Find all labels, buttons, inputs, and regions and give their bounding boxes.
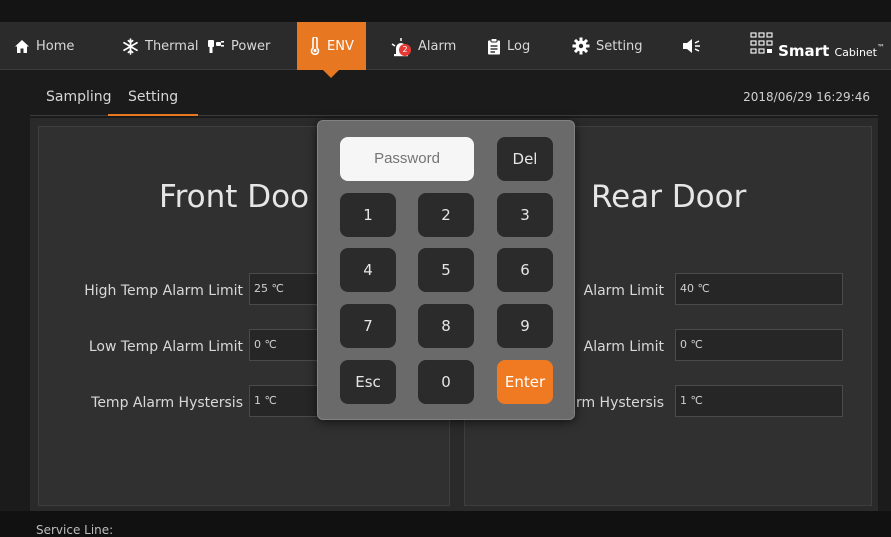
footer-bar: Service Line: — [0, 511, 891, 537]
sub-tab-bar: Sampling Setting 2018/06/29 16:29:46 — [30, 78, 878, 116]
low-temp-alarm-limit-label: Low Temp Alarm Limit — [88, 339, 243, 355]
rear-temp-alarm-hysteresis-label: rm Hystersis — [575, 395, 664, 411]
nav-home-label: Home — [36, 38, 75, 54]
key-5[interactable]: 5 — [418, 248, 474, 292]
gear-icon — [572, 37, 590, 55]
rear-low-temp-alarm-limit-label: Alarm Limit — [583, 339, 664, 355]
key-2[interactable]: 2 — [418, 193, 474, 237]
sound-toggle-button[interactable] — [682, 22, 702, 70]
key-9[interactable]: 9 — [497, 304, 553, 348]
key-3[interactable]: 3 — [497, 193, 553, 237]
nav-setting[interactable]: Setting — [572, 22, 643, 70]
nav-alarm[interactable]: 2 Alarm — [390, 22, 456, 70]
nav-log-label: Log — [507, 38, 531, 54]
nav-home[interactable]: Home — [14, 22, 74, 70]
tab-sampling[interactable]: Sampling — [46, 78, 112, 116]
brand-logo: Smart Cabinet™ — [750, 30, 885, 60]
password-input[interactable] — [340, 137, 474, 181]
home-icon — [14, 39, 30, 54]
key-6[interactable]: 6 — [497, 248, 553, 292]
front-door-title: Front Doo — [159, 179, 310, 215]
key-esc[interactable]: Esc — [340, 360, 396, 404]
brand-name: Smart Cabinet™ — [778, 42, 885, 60]
brand-grid-icon — [750, 32, 774, 58]
key-4[interactable]: 4 — [340, 248, 396, 292]
nav-env[interactable]: ENV — [297, 22, 366, 78]
key-7[interactable]: 7 — [340, 304, 396, 348]
key-0[interactable]: 0 — [418, 360, 474, 404]
top-nav: Home Thermal Power ENV 2 Alarm Log Setti… — [0, 22, 891, 78]
nav-log[interactable]: Log — [487, 22, 530, 70]
key-enter[interactable]: Enter — [497, 360, 553, 404]
nav-thermal-label: Thermal — [145, 38, 199, 54]
rear-temp-alarm-hysteresis-input[interactable]: 1 ℃ — [675, 385, 843, 417]
current-datetime: 2018/06/29 16:29:46 — [743, 90, 870, 104]
temp-alarm-hysteresis-label: Temp Alarm Hystersis — [91, 395, 243, 411]
nav-setting-label: Setting — [596, 38, 643, 54]
tab-setting[interactable]: Setting — [108, 78, 198, 116]
thermometer-icon — [309, 37, 321, 55]
rear-high-temp-alarm-limit-label: Alarm Limit — [583, 283, 664, 299]
clipboard-icon — [487, 37, 501, 55]
nav-power-label: Power — [231, 38, 271, 54]
service-line-label: Service Line: — [36, 523, 114, 537]
window-top-strip — [0, 0, 891, 22]
power-plug-icon — [207, 38, 225, 55]
nav-thermal[interactable]: Thermal — [122, 22, 199, 70]
key-1[interactable]: 1 — [340, 193, 396, 237]
nav-power[interactable]: Power — [207, 22, 270, 70]
speaker-icon — [682, 38, 702, 54]
alarm-count-badge: 2 — [399, 44, 411, 56]
rear-high-temp-alarm-limit-input[interactable]: 40 ℃ — [675, 273, 843, 305]
snowflake-icon — [122, 37, 139, 55]
key-8[interactable]: 8 — [418, 304, 474, 348]
high-temp-alarm-limit-label: High Temp Alarm Limit — [84, 283, 243, 299]
rear-low-temp-alarm-limit-input[interactable]: 0 ℃ — [675, 329, 843, 361]
nav-env-label: ENV — [327, 38, 354, 54]
nav-alarm-label: Alarm — [418, 38, 457, 54]
password-keypad: Del 1 2 3 4 5 6 7 8 9 Esc 0 Enter — [317, 120, 575, 420]
rear-door-title: Rear Door — [591, 179, 747, 215]
key-del[interactable]: Del — [497, 137, 553, 181]
alarm-siren-icon: 2 — [390, 35, 412, 57]
